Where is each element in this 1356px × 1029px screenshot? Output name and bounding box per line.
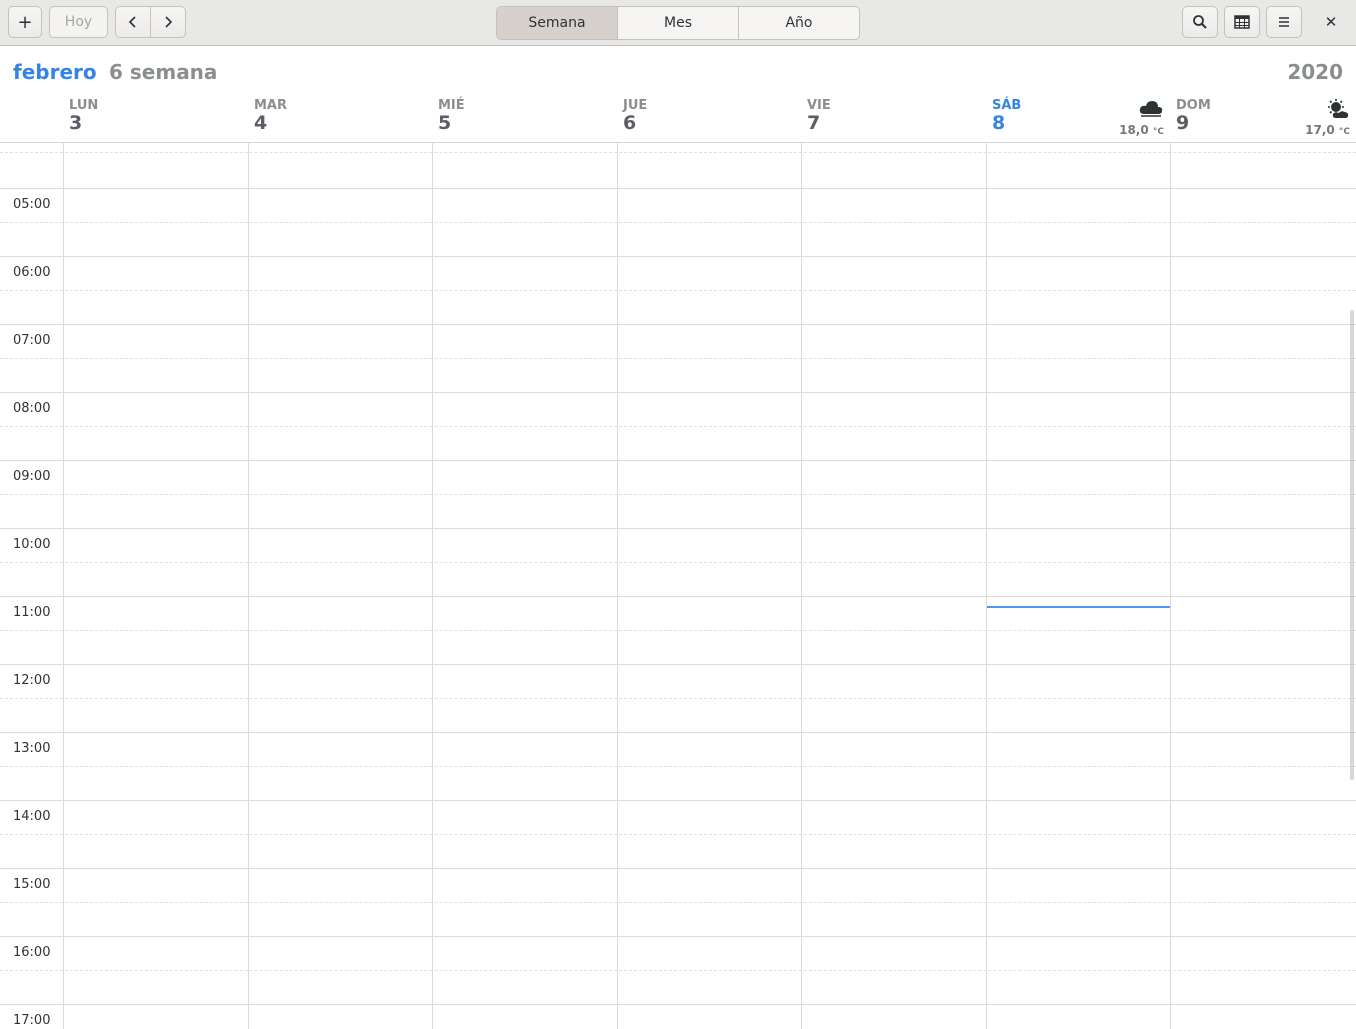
half-hour-line [0, 152, 1356, 153]
hour-line [0, 256, 1356, 257]
previous-button[interactable] [115, 6, 151, 38]
hour-label: 15:00 [13, 877, 51, 892]
hour-line [0, 936, 1356, 937]
view-switcher: Semana Mes Año [496, 6, 860, 40]
half-hour-line [0, 902, 1356, 903]
current-time-indicator [987, 606, 1170, 608]
header-bar: + Hoy Semana Mes Año ✕ [0, 0, 1356, 46]
day-header-wed[interactable]: MIÉ 5 [433, 96, 617, 142]
weather-forecast: 18,0 °C [1104, 98, 1164, 140]
hour-label: 13:00 [13, 741, 51, 756]
day-name: SÁB [992, 98, 1022, 113]
half-hour-line [0, 698, 1356, 699]
hour-label: 12:00 [13, 673, 51, 688]
search-button[interactable] [1182, 6, 1218, 38]
half-hour-line [0, 222, 1356, 223]
day-header-sun[interactable]: DOM 9 17,0 °C [1171, 96, 1356, 142]
day-header-thu[interactable]: JUE 6 [618, 96, 801, 142]
half-hour-line [0, 630, 1356, 631]
day-column-divider [617, 143, 618, 1029]
close-button[interactable]: ✕ [1312, 6, 1350, 38]
weather-temperature: 18,0 °C [1119, 123, 1164, 137]
hour-label: 11:00 [13, 605, 51, 620]
day-column-divider [63, 143, 64, 1029]
day-name: VIE [807, 98, 831, 113]
half-hour-line [0, 426, 1356, 427]
hour-label: 10:00 [13, 537, 51, 552]
week-number: 6 semana [109, 60, 218, 84]
weather-temperature: 17,0 °C [1305, 123, 1350, 137]
day-column-divider [801, 143, 802, 1029]
calendar-management-button[interactable] [1224, 6, 1260, 38]
hamburger-menu-icon [1279, 17, 1289, 27]
tab-year[interactable]: Año [739, 7, 859, 39]
tab-month[interactable]: Mes [618, 7, 739, 39]
half-hour-line [0, 562, 1356, 563]
day-name: LUN [69, 98, 99, 113]
hour-line [0, 460, 1356, 461]
day-column-divider [986, 143, 987, 1029]
half-hour-line [0, 358, 1356, 359]
today-button[interactable]: Hoy [49, 6, 108, 38]
day-number: 3 [69, 112, 83, 134]
day-header-fri[interactable]: VIE 7 [802, 96, 986, 142]
partly-sunny-icon [1328, 99, 1349, 118]
half-hour-line [0, 834, 1356, 835]
search-icon [1193, 15, 1207, 29]
day-name: JUE [623, 98, 648, 113]
hour-line [0, 324, 1356, 325]
hour-line [0, 528, 1356, 529]
day-number: 4 [254, 112, 268, 134]
day-name: DOM [1176, 98, 1211, 113]
half-hour-line [0, 970, 1356, 971]
hour-line [0, 188, 1356, 189]
hour-label: 17:00 [13, 1013, 51, 1028]
half-hour-line [0, 494, 1356, 495]
hour-label: 07:00 [13, 333, 51, 348]
hour-line [0, 596, 1356, 597]
day-name: MAR [254, 98, 288, 113]
month-title: febrero [13, 60, 97, 84]
day-number: 5 [438, 112, 452, 134]
hour-line [0, 1004, 1356, 1005]
day-column-divider [248, 143, 249, 1029]
day-header-tue[interactable]: MAR 4 [249, 96, 432, 142]
chevron-left-icon [128, 16, 136, 28]
year-title: 2020 [1287, 60, 1343, 84]
hour-label: 05:00 [13, 197, 51, 212]
week-grid[interactable]: 05:00 06:00 07:00 08:00 09:00 10:00 11:0… [0, 143, 1356, 1029]
main-menu-button[interactable] [1266, 6, 1302, 38]
new-event-button[interactable]: + [8, 6, 42, 38]
hour-line [0, 664, 1356, 665]
day-number: 9 [1176, 112, 1190, 134]
next-button[interactable] [150, 6, 186, 38]
day-name: MIÉ [438, 98, 465, 113]
hour-label: 06:00 [13, 265, 51, 280]
chevron-right-icon [165, 16, 173, 28]
hour-label: 09:00 [13, 469, 51, 484]
half-hour-line [0, 766, 1356, 767]
hour-label: 16:00 [13, 945, 51, 960]
calendar-grid-icon [1234, 15, 1250, 29]
hour-line [0, 800, 1356, 801]
vertical-scrollbar[interactable] [1350, 310, 1354, 780]
hour-line [0, 732, 1356, 733]
hour-line [0, 868, 1356, 869]
weather-forecast: 17,0 °C [1290, 98, 1350, 140]
hour-label: 08:00 [13, 401, 51, 416]
hour-line [0, 392, 1356, 393]
half-hour-line [0, 290, 1356, 291]
hour-label: 14:00 [13, 809, 51, 824]
day-header-mon[interactable]: LUN 3 [64, 96, 248, 142]
cloudy-icon [1139, 101, 1163, 117]
day-number: 8 [992, 112, 1006, 134]
day-column-divider [1170, 143, 1171, 1029]
day-header-sat[interactable]: SÁB 8 18,0 °C [987, 96, 1170, 142]
day-column-divider [432, 143, 433, 1029]
tab-week[interactable]: Semana [497, 7, 618, 39]
day-number: 6 [623, 112, 637, 134]
day-number: 7 [807, 112, 821, 134]
